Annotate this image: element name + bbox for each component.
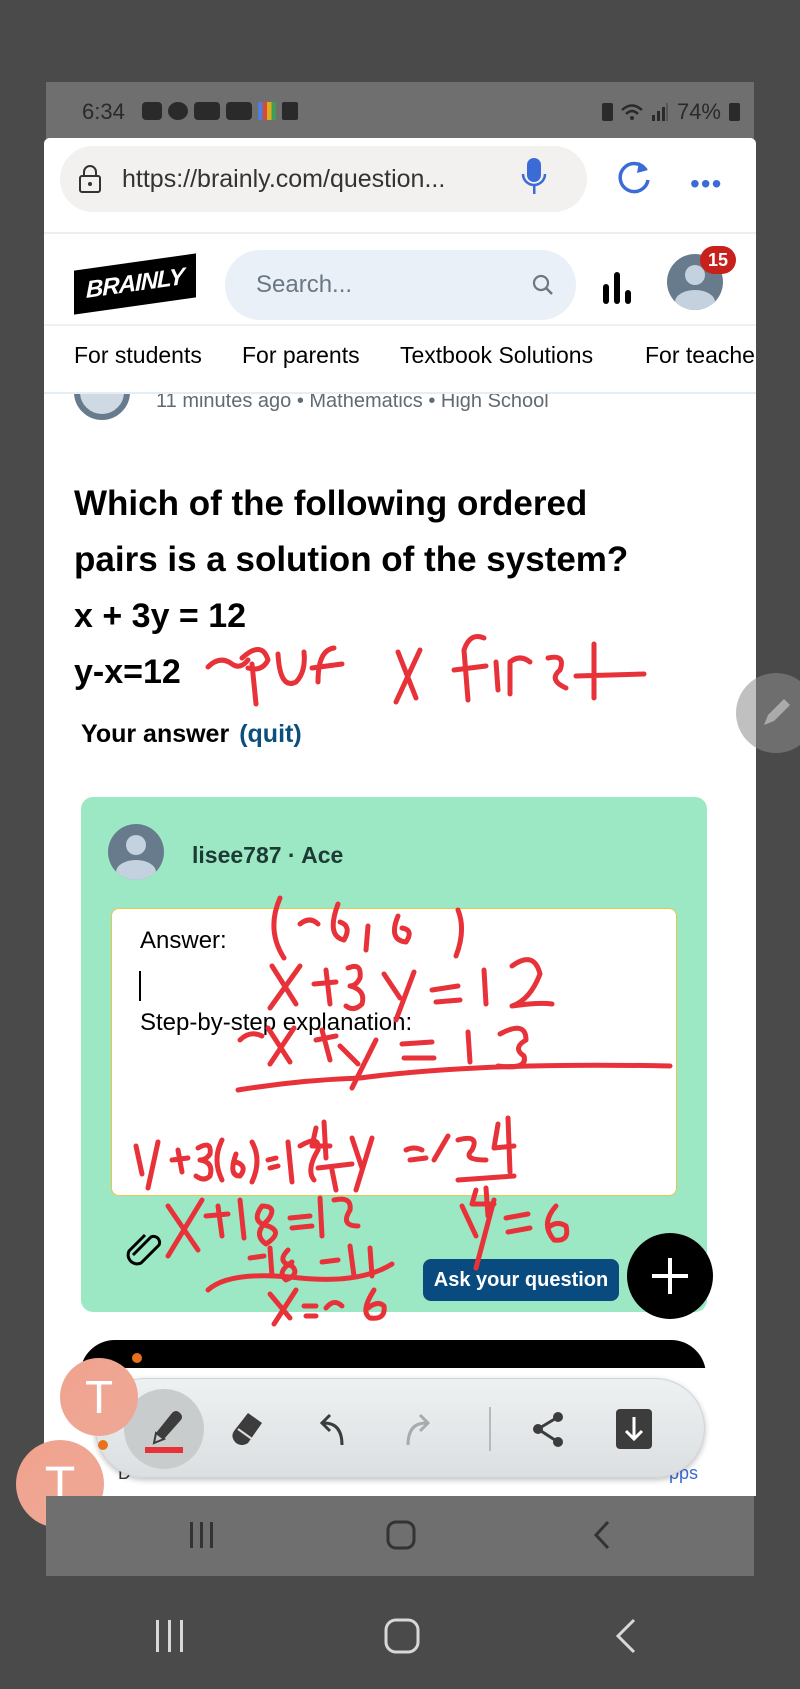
save-button[interactable] bbox=[594, 1389, 674, 1469]
system-status: 74% bbox=[601, 99, 740, 125]
url-text[interactable]: https://brainly.com/question... bbox=[122, 165, 445, 194]
your-answer-heading: Your answer (quit) bbox=[81, 720, 302, 749]
checkbox-icon bbox=[282, 102, 298, 120]
youtube-icon bbox=[194, 102, 220, 120]
wifi-icon bbox=[621, 104, 643, 120]
eraser-tool-button[interactable] bbox=[208, 1389, 288, 1469]
drawing-toolbar bbox=[95, 1378, 705, 1478]
nav-for-teachers[interactable]: For teachers bbox=[645, 342, 756, 369]
brainly-logo[interactable]: BRAINLY bbox=[74, 253, 196, 315]
recents-icon[interactable] bbox=[154, 1620, 186, 1652]
battery-percent: 74% bbox=[676, 99, 721, 124]
recents-icon[interactable] bbox=[188, 1522, 216, 1548]
more-icon[interactable]: ••• bbox=[690, 168, 722, 200]
share-button[interactable] bbox=[508, 1389, 588, 1469]
facebook-icon bbox=[168, 102, 188, 120]
answer-card: lisee787 · Ace Answer: Step-by-step expl… bbox=[81, 797, 707, 1312]
pen-icon bbox=[152, 1411, 182, 1445]
home-icon[interactable] bbox=[384, 1618, 420, 1654]
plus-icon bbox=[652, 1258, 688, 1294]
equation-2: y-x=12 bbox=[74, 653, 181, 691]
question-line-1: Which of the following ordered bbox=[74, 484, 588, 523]
mirrored-nav-bar bbox=[46, 1496, 754, 1576]
notification-badge: 15 bbox=[700, 246, 736, 274]
eraser-icon bbox=[232, 1413, 262, 1445]
back-icon[interactable] bbox=[592, 1520, 612, 1550]
stats-icon[interactable] bbox=[601, 272, 635, 304]
nav-textbook-solutions[interactable]: Textbook Solutions bbox=[400, 342, 593, 369]
text-cursor bbox=[139, 971, 141, 1001]
answer-editor[interactable]: Answer: Step-by-step explanation: bbox=[111, 908, 677, 1196]
search-placeholder: Search... bbox=[256, 271, 353, 298]
ask-question-button[interactable]: Ask your question bbox=[423, 1259, 619, 1301]
toolbar-divider bbox=[489, 1407, 491, 1451]
share-icon bbox=[533, 1412, 563, 1447]
user-icon bbox=[116, 835, 156, 880]
search-icon[interactable] bbox=[532, 274, 554, 296]
orange-dot bbox=[132, 1353, 142, 1363]
nav-for-parents[interactable]: For parents bbox=[242, 342, 360, 369]
search-input[interactable]: Search... bbox=[225, 250, 576, 320]
answerer-avatar bbox=[108, 824, 164, 880]
question-meta-text: 11 minutes ago • Mathematics • High Scho… bbox=[156, 394, 549, 412]
battery-icon bbox=[729, 103, 740, 121]
your-answer-label: Your answer bbox=[81, 720, 230, 748]
mic-icon[interactable] bbox=[521, 156, 547, 196]
category-nav: For students For parents Textbook Soluti… bbox=[44, 326, 756, 394]
pencil-icon bbox=[764, 699, 790, 725]
nav-for-students[interactable]: For students bbox=[74, 342, 202, 369]
question-content: Which of the following ordered pairs is … bbox=[74, 476, 734, 700]
device-nav-bar bbox=[0, 1600, 800, 1689]
pen-color-indicator bbox=[145, 1447, 183, 1453]
question-meta: 11 minutes ago • Mathematics • High Scho… bbox=[44, 394, 756, 424]
browser-toolbar: https://brainly.com/question... ••• bbox=[44, 138, 756, 234]
orange-dot bbox=[98, 1440, 108, 1450]
answerer-name: lisee787 · Ace bbox=[192, 842, 344, 868]
status-time: 6:34 bbox=[82, 99, 125, 124]
attachment-icon[interactable] bbox=[125, 1231, 165, 1267]
notification-icons bbox=[142, 102, 298, 120]
reload-icon[interactable] bbox=[615, 158, 653, 196]
quit-link[interactable]: (quit) bbox=[239, 720, 301, 748]
youtube-icon bbox=[226, 102, 252, 120]
back-icon[interactable] bbox=[614, 1618, 638, 1654]
asker-avatar[interactable] bbox=[74, 394, 130, 420]
redo-button[interactable] bbox=[378, 1389, 458, 1469]
signal-icon bbox=[651, 103, 668, 121]
text-bubble-back[interactable]: T bbox=[60, 1358, 138, 1436]
undo-icon bbox=[319, 1413, 344, 1446]
battery-saver-icon bbox=[601, 103, 613, 121]
equation-1: x + 3y = 12 bbox=[74, 597, 247, 635]
podcasts-icon bbox=[258, 102, 276, 120]
undo-button[interactable] bbox=[292, 1389, 372, 1469]
chat-bubble-icon bbox=[142, 102, 162, 120]
question-line-2: pairs is a solution of the system? bbox=[74, 540, 629, 579]
download-icon bbox=[616, 1409, 652, 1449]
home-icon[interactable] bbox=[386, 1520, 416, 1550]
editor-answer-label: Answer: bbox=[140, 927, 227, 954]
floating-add-button[interactable] bbox=[627, 1233, 713, 1319]
status-bar: 6:34 74% bbox=[46, 82, 754, 138]
redo-icon bbox=[406, 1413, 431, 1446]
site-header: BRAINLY Search... 15 bbox=[44, 234, 756, 326]
address-bar[interactable]: https://brainly.com/question... bbox=[60, 146, 587, 212]
editor-step-label: Step-by-step explanation: bbox=[140, 1009, 413, 1036]
lock-icon bbox=[79, 165, 101, 193]
